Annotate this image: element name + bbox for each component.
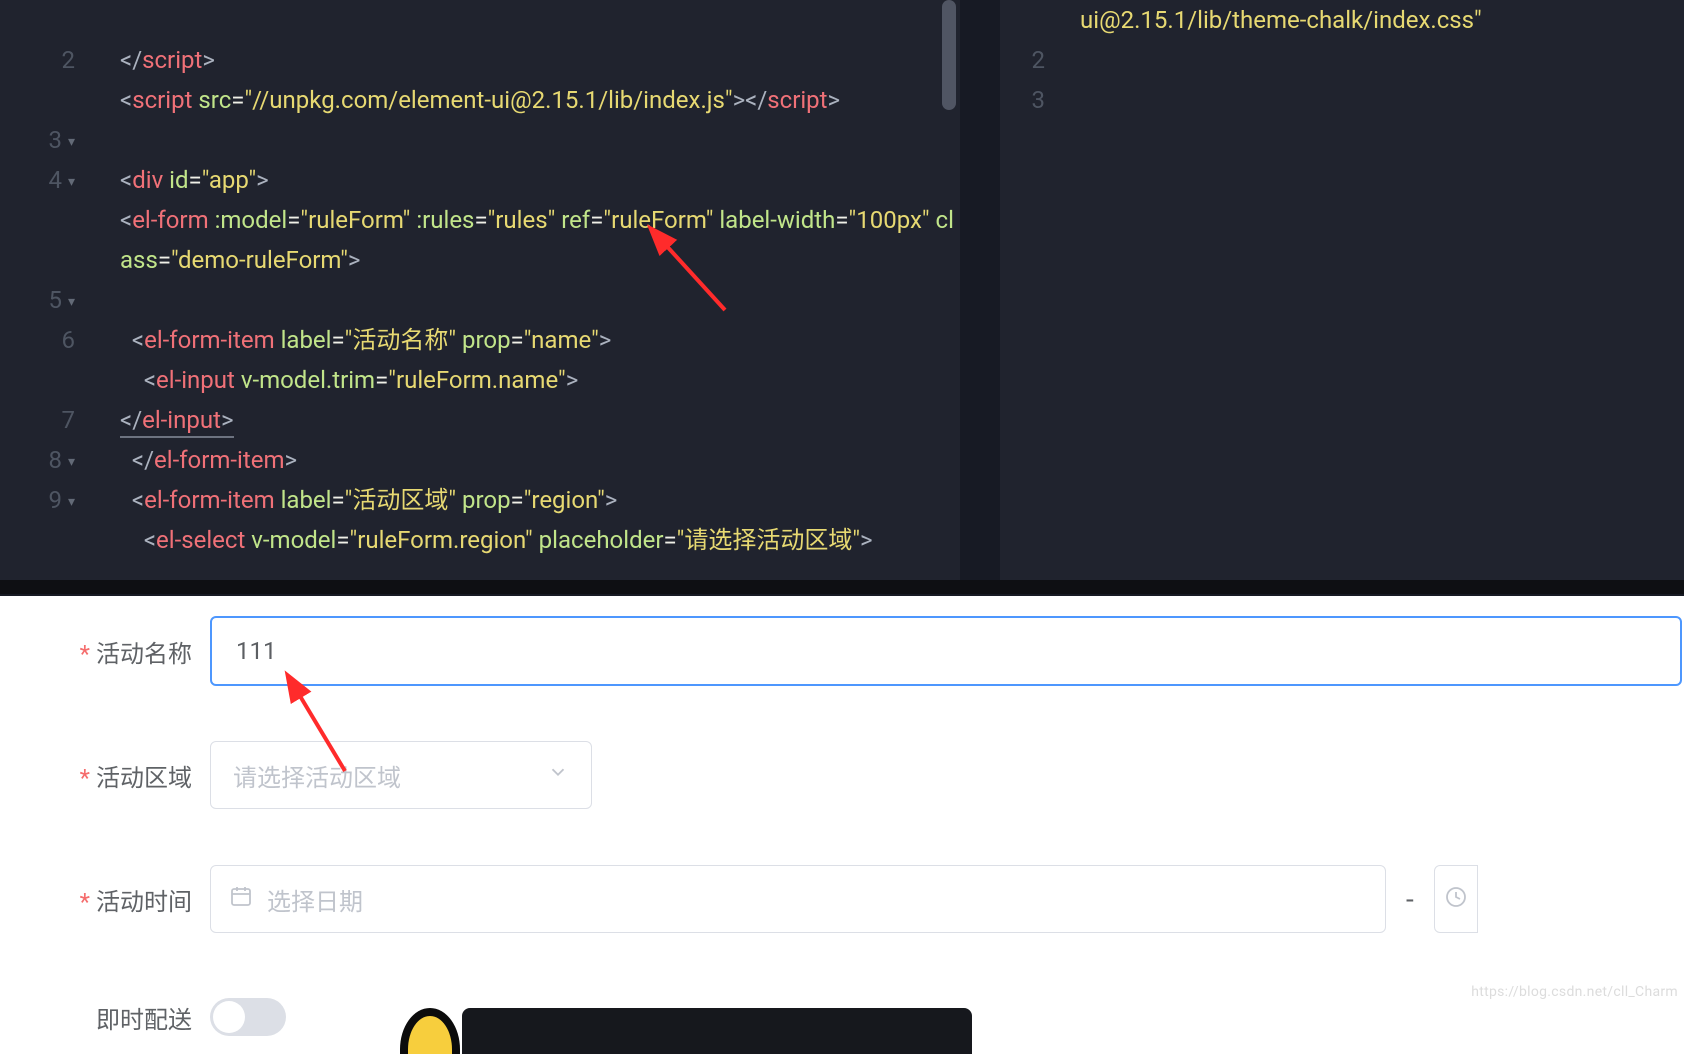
left-code-editor[interactable]: 2 3▾ 4▾ 5▾ 6 7 8▾ 9▾ </script><script sr…: [0, 0, 960, 580]
immediate-delivery-switch[interactable]: [210, 998, 286, 1036]
label-activity-name: *活动名称: [0, 634, 210, 669]
form-preview: *活动名称 *活动区域 请选择活动区域 *活动时间 选择日期 -: [0, 596, 1684, 1054]
line-gutter: 2 3▾ 4▾ 5▾ 6 7 8▾ 9▾: [0, 0, 95, 520]
right-line-gutter: 2 3: [1000, 0, 1065, 120]
notification-bubble[interactable]: [462, 1008, 972, 1054]
watermark: https://blog.csdn.net/cll_Charm: [1471, 984, 1678, 1000]
calendar-icon: [229, 884, 253, 914]
label-activity-time: *活动时间: [0, 882, 210, 917]
range-separator: -: [1406, 883, 1414, 916]
time-picker[interactable]: [1434, 865, 1478, 933]
chevron-down-icon: [547, 761, 569, 789]
activity-name-input[interactable]: [210, 616, 1682, 686]
activity-region-select[interactable]: 请选择活动区域: [210, 741, 592, 809]
label-activity-region: *活动区域: [0, 758, 210, 793]
label-immediate-delivery: 即时配送: [0, 1000, 210, 1035]
right-code-editor[interactable]: 2 3 ui@2.15.1/lib/theme-chalk/index.css": [1000, 0, 1684, 580]
date-picker[interactable]: 选择日期: [210, 865, 1386, 933]
right-code-content: ui@2.15.1/lib/theme-chalk/index.css": [1080, 0, 1482, 40]
code-content[interactable]: </script><script src="//unpkg.com/elemen…: [120, 0, 960, 580]
clock-icon: [1444, 885, 1468, 913]
